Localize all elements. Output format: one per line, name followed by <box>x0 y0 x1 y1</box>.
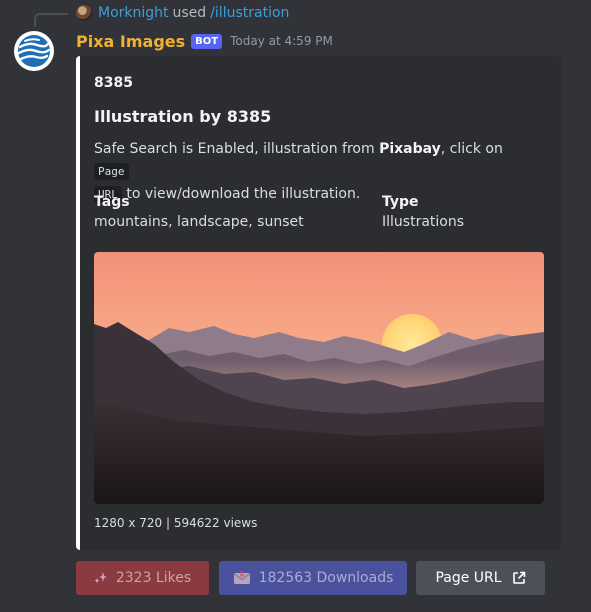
embed-image[interactable] <box>94 252 544 504</box>
embed-footer: 1280 x 720 | 594622 views <box>94 516 258 530</box>
discord-message: Morknight used /illustration Pixa Images… <box>0 0 591 612</box>
bot-badge: BOT <box>191 33 223 49</box>
embed-title: Illustration by 8385 <box>94 107 272 126</box>
user-avatar-icon[interactable] <box>76 5 92 21</box>
desc-source: Pixabay <box>379 141 441 157</box>
desc-part1: Safe Search is Enabled, illustration fro… <box>94 141 380 157</box>
embed-card: 8385 Illustration by 8385 Safe Search is… <box>76 56 561 550</box>
message-timestamp: Today at 4:59 PM <box>230 34 333 48</box>
reply-connector <box>34 13 68 27</box>
desc-part2: , click on <box>440 141 503 157</box>
reply-used-text: used <box>172 5 207 21</box>
envelope-download-icon <box>233 571 251 585</box>
bot-avatar[interactable] <box>14 31 54 71</box>
field-tags: Tags mountains, landscape, sunset <box>94 193 304 233</box>
likes-button[interactable]: 2323 Likes <box>76 561 209 595</box>
embed-author: 8385 <box>94 75 133 91</box>
page-url-button[interactable]: Page URL <box>416 561 545 595</box>
downloads-button[interactable]: 182563 Downloads <box>219 561 407 595</box>
likes-label: 2323 Likes <box>115 570 192 586</box>
sparkles-icon <box>94 571 108 585</box>
author-name[interactable]: Pixa Images <box>76 32 185 51</box>
field-type-value: Illustrations <box>382 214 465 230</box>
illustration-image <box>94 252 544 504</box>
page-url-label: Page URL <box>435 570 502 586</box>
field-tags-name: Tags <box>94 194 130 210</box>
desc-code-page: Page <box>94 163 129 180</box>
field-type-name: Type <box>382 194 419 210</box>
field-type: Type Illustrations <box>382 193 464 233</box>
slash-command[interactable]: /illustration <box>210 5 289 21</box>
command-usage-line: Morknight used /illustration <box>76 4 289 22</box>
external-link-icon <box>512 571 526 585</box>
globe-logo-icon <box>17 35 51 67</box>
message-header: Pixa Images BOT Today at 4:59 PM <box>76 31 333 51</box>
downloads-label: 182563 Downloads <box>258 570 394 586</box>
reply-username[interactable]: Morknight <box>98 5 169 21</box>
field-tags-value: mountains, landscape, sunset <box>94 214 304 230</box>
